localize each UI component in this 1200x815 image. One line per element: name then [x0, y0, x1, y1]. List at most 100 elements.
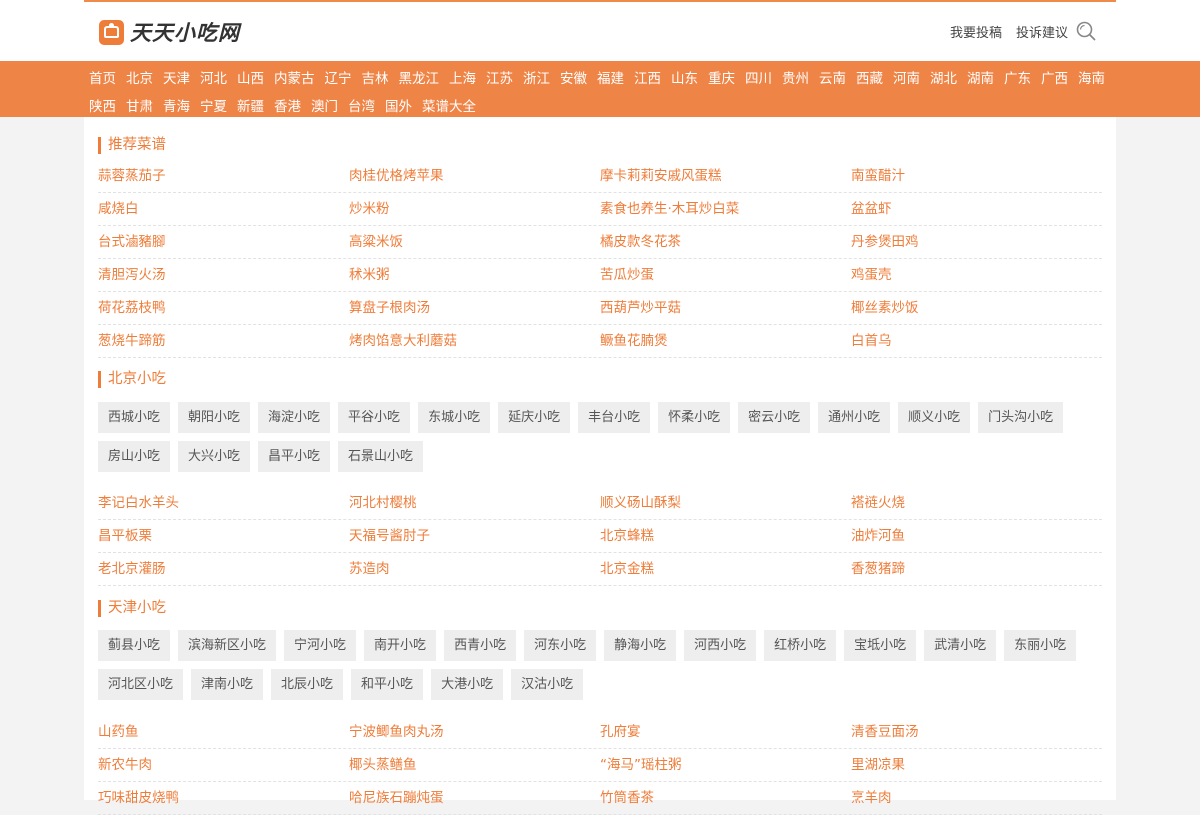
- nav-link[interactable]: 福建: [597, 65, 624, 93]
- recipe-link[interactable]: 新农牛肉: [98, 749, 152, 781]
- recipe-link[interactable]: 烹羊肉: [851, 782, 892, 814]
- nav-link[interactable]: 广东: [1004, 65, 1031, 93]
- district-tag[interactable]: 河西小吃: [684, 630, 757, 661]
- nav-link[interactable]: 上海: [449, 65, 476, 93]
- recipe-link[interactable]: 椰头蒸鳝鱼: [349, 749, 417, 781]
- recipe-link[interactable]: 白首乌: [851, 325, 892, 357]
- district-tag[interactable]: 石景山小吃: [338, 441, 424, 472]
- recipe-link[interactable]: 苏造肉: [349, 553, 390, 585]
- nav-link[interactable]: 云南: [819, 65, 846, 93]
- recipe-link[interactable]: 天福号酱肘子: [349, 520, 430, 552]
- recipe-link[interactable]: 哈尼族石蹦炖蛋: [349, 782, 444, 814]
- recipe-link[interactable]: 香葱猪蹄: [851, 553, 905, 585]
- recipe-link[interactable]: 顺义砀山酥梨: [600, 487, 681, 519]
- district-tag[interactable]: 昌平小吃: [258, 441, 331, 472]
- recipe-link[interactable]: 苦瓜炒蛋: [600, 259, 654, 291]
- site-logo[interactable]: 天天小吃网: [99, 19, 240, 45]
- nav-link[interactable]: 安徽: [560, 65, 587, 93]
- nav-link[interactable]: 江苏: [486, 65, 513, 93]
- recipe-link[interactable]: 北京金糕: [600, 553, 654, 585]
- district-tag[interactable]: 大兴小吃: [178, 441, 251, 472]
- recipe-link[interactable]: 巧味甜皮烧鸭: [98, 782, 179, 814]
- district-tag[interactable]: 汉沽小吃: [511, 669, 584, 700]
- recipe-link[interactable]: 盆盆虾: [851, 193, 892, 225]
- district-tag[interactable]: 南开小吃: [364, 630, 437, 661]
- recipe-link[interactable]: “海马”瑶柱粥: [600, 749, 682, 781]
- district-tag[interactable]: 东城小吃: [418, 402, 491, 433]
- nav-link[interactable]: 北京: [126, 65, 153, 93]
- district-tag[interactable]: 东丽小吃: [1004, 630, 1077, 661]
- district-tag[interactable]: 静海小吃: [604, 630, 677, 661]
- recipe-link[interactable]: 鸡蛋壳: [851, 259, 892, 291]
- recipe-link[interactable]: 清香豆面汤: [851, 716, 919, 748]
- district-tag[interactable]: 大港小吃: [431, 669, 504, 700]
- district-tag[interactable]: 房山小吃: [98, 441, 171, 472]
- recipe-link[interactable]: 竹筒香茶: [600, 782, 654, 814]
- recipe-link[interactable]: 宁波鲫鱼肉丸汤: [349, 716, 444, 748]
- search-icon[interactable]: [1076, 21, 1096, 41]
- recipe-link[interactable]: 摩卡莉莉安戚风蛋糕: [600, 160, 722, 192]
- nav-link[interactable]: 山西: [237, 65, 264, 93]
- district-tag[interactable]: 红桥小吃: [764, 630, 837, 661]
- district-tag[interactable]: 顺义小吃: [898, 402, 971, 433]
- recipe-link[interactable]: 西葫芦炒平菇: [600, 292, 681, 324]
- recipe-link[interactable]: 台式滷豬腳: [98, 226, 166, 258]
- nav-link[interactable]: 湖北: [930, 65, 957, 93]
- nav-link[interactable]: 辽宁: [325, 65, 352, 93]
- nav-link[interactable]: 海南: [1078, 65, 1105, 93]
- nav-link[interactable]: 广西: [1041, 65, 1068, 93]
- nav-link[interactable]: 内蒙古: [274, 65, 315, 93]
- nav-link[interactable]: 浙江: [523, 65, 550, 93]
- recipe-link[interactable]: 素食也养生·木耳炒白菜: [600, 193, 739, 225]
- recipe-link[interactable]: 清胆泻火汤: [98, 259, 166, 291]
- nav-link[interactable]: 贵州: [782, 65, 809, 93]
- district-tag[interactable]: 蓟县小吃: [98, 630, 171, 661]
- submit-link[interactable]: 我要投稿: [950, 22, 1002, 41]
- recipe-link[interactable]: 油炸河鱼: [851, 520, 905, 552]
- district-tag[interactable]: 朝阳小吃: [178, 402, 251, 433]
- recipe-link[interactable]: 椰丝素炒饭: [851, 292, 919, 324]
- nav-link[interactable]: 首页: [89, 65, 116, 93]
- nav-link[interactable]: 吉林: [362, 65, 389, 93]
- recipe-link[interactable]: 葱烧牛蹄筋: [98, 325, 166, 357]
- recipe-link[interactable]: 鳜鱼花腩煲: [600, 325, 668, 357]
- recipe-link[interactable]: 南蛮醋汁: [851, 160, 905, 192]
- recipe-link[interactable]: 孔府宴: [600, 716, 641, 748]
- nav-link[interactable]: 重庆: [708, 65, 735, 93]
- district-tag[interactable]: 海淀小吃: [258, 402, 331, 433]
- nav-link[interactable]: 天津: [163, 65, 190, 93]
- district-tag[interactable]: 延庆小吃: [498, 402, 571, 433]
- district-tag[interactable]: 河东小吃: [524, 630, 597, 661]
- district-tag[interactable]: 和平小吃: [351, 669, 424, 700]
- recipe-link[interactable]: 山药鱼: [98, 716, 139, 748]
- nav-link[interactable]: 黑龙江: [399, 65, 440, 93]
- recipe-link[interactable]: 褡裢火烧: [851, 487, 905, 519]
- district-tag[interactable]: 密云小吃: [738, 402, 811, 433]
- nav-link[interactable]: 湖南: [967, 65, 994, 93]
- district-tag[interactable]: 丰台小吃: [578, 402, 651, 433]
- recipe-link[interactable]: 老北京灌肠: [98, 553, 166, 585]
- recipe-link[interactable]: 秫米粥: [349, 259, 390, 291]
- nav-link[interactable]: 四川: [745, 65, 772, 93]
- recipe-link[interactable]: 李记白水羊头: [98, 487, 179, 519]
- district-tag[interactable]: 门头沟小吃: [978, 402, 1064, 433]
- nav-link[interactable]: 江西: [634, 65, 661, 93]
- district-tag[interactable]: 平谷小吃: [338, 402, 411, 433]
- district-tag[interactable]: 河北区小吃: [98, 669, 184, 700]
- district-tag[interactable]: 宝坻小吃: [844, 630, 917, 661]
- nav-link[interactable]: 山东: [671, 65, 698, 93]
- recipe-link[interactable]: 北京蜂糕: [600, 520, 654, 552]
- recipe-link[interactable]: 河北村樱桃: [349, 487, 417, 519]
- district-tag[interactable]: 津南小吃: [191, 669, 264, 700]
- recipe-link[interactable]: 荷花荔枝鸭: [98, 292, 166, 324]
- district-tag[interactable]: 滨海新区小吃: [178, 630, 277, 661]
- recipe-link[interactable]: 昌平板栗: [98, 520, 152, 552]
- recipe-link[interactable]: 烤肉馅意大利蘑菇: [349, 325, 457, 357]
- district-tag[interactable]: 通州小吃: [818, 402, 891, 433]
- recipe-link[interactable]: 算盘子根肉汤: [349, 292, 430, 324]
- district-tag[interactable]: 怀柔小吃: [658, 402, 731, 433]
- district-tag[interactable]: 西城小吃: [98, 402, 171, 433]
- nav-link[interactable]: 河北: [200, 65, 227, 93]
- recipe-link[interactable]: 里湖凉果: [851, 749, 905, 781]
- recipe-link[interactable]: 丹参煲田鸡: [851, 226, 919, 258]
